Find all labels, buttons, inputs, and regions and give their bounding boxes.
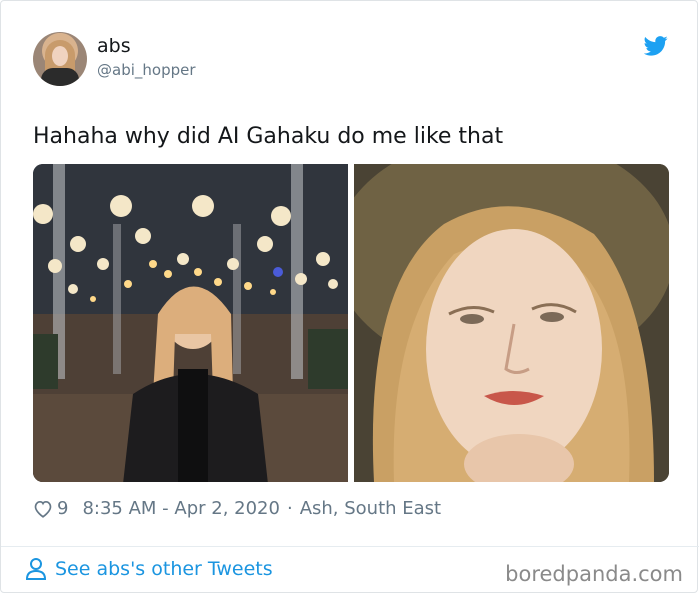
tweet-header: abs @abi_hopper (33, 32, 673, 88)
avatar-coat (41, 68, 79, 86)
tweet-card: abs @abi_hopper Hahaha why did AI Gahaku… (0, 0, 699, 593)
see-more-link[interactable]: See abs's other Tweets (25, 557, 273, 581)
timestamp[interactable]: 8:35 AM - Apr 2, 2020 (82, 498, 280, 519)
twitter-bird-icon[interactable] (644, 36, 668, 56)
person-icon (25, 558, 47, 580)
media-grid (33, 164, 669, 482)
see-more-label[interactable]: See abs's other Tweets (55, 558, 273, 580)
display-name[interactable]: abs (97, 35, 131, 57)
meta-separator: · (286, 497, 293, 519)
like-count[interactable]: 9 (57, 498, 68, 519)
avatar-face (52, 46, 68, 66)
footer-divider (1, 546, 699, 547)
tweet-text: Hahaha why did AI Gahaku do me like that (33, 124, 504, 149)
heart-icon[interactable] (33, 499, 53, 518)
photo-street-lights[interactable] (33, 164, 348, 482)
user-handle[interactable]: @abi_hopper (97, 61, 196, 79)
location[interactable]: Ash, South East (300, 498, 441, 519)
photo-painted-portrait[interactable] (354, 164, 669, 482)
watermark-text: boredpanda.com (505, 562, 683, 586)
avatar[interactable] (33, 32, 87, 86)
tweet-meta: 9 8:35 AM - Apr 2, 2020 · Ash, South Eas… (33, 495, 441, 521)
